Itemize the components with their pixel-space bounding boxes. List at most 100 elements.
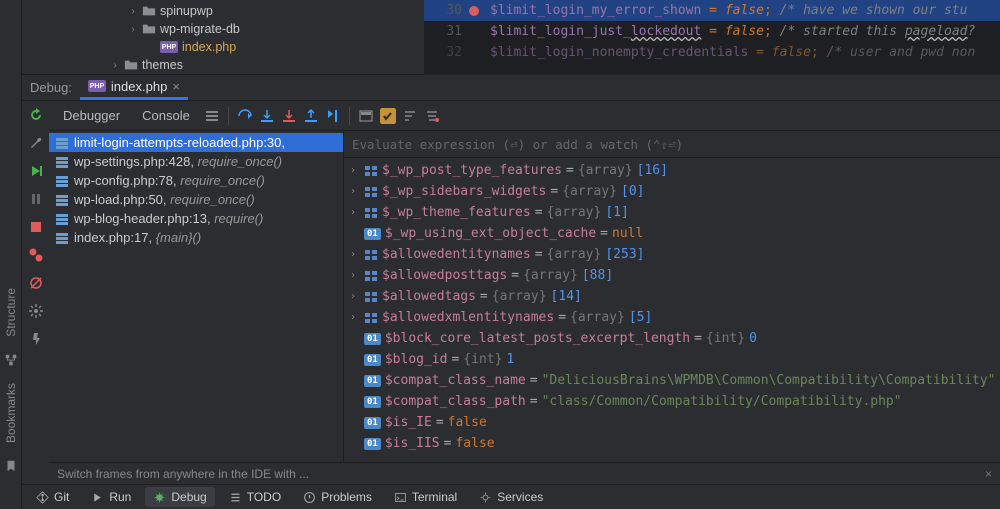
bottom-tool-bar: Git Run Debug TODO Problems Terminal Services bbox=[22, 484, 1000, 509]
run-icon bbox=[91, 491, 104, 504]
stack-frame[interactable]: wp-config.php:78, require_once() bbox=[49, 171, 343, 190]
tree-folder-spinupwp[interactable]: ›spinupwp bbox=[22, 2, 424, 20]
debug-tool-header: Debug: PHP index.php × bbox=[22, 75, 1000, 101]
stack-frame-icon bbox=[55, 231, 69, 245]
bottom-tab-debug[interactable]: Debug bbox=[145, 487, 214, 507]
debug-action-rail bbox=[22, 101, 49, 484]
bottom-tab-terminal[interactable]: Terminal bbox=[386, 487, 465, 507]
scalar-badge: 01 bbox=[364, 228, 381, 240]
mute-breakpoints-icon[interactable] bbox=[28, 275, 44, 291]
variable-row[interactable]: › $_wp_sidebars_widgets = {array} [0] bbox=[344, 181, 1000, 202]
debug-tab-index-php[interactable]: PHP index.php × bbox=[80, 76, 188, 100]
rerun-icon[interactable] bbox=[28, 107, 44, 123]
php-icon: PHP bbox=[88, 80, 106, 92]
variable-row[interactable]: 01 $is_IE = false bbox=[344, 412, 1000, 433]
trace-icon[interactable] bbox=[380, 108, 396, 124]
variable-row[interactable]: › $_wp_theme_features = {array} [1] bbox=[344, 202, 1000, 223]
scalar-badge: 01 bbox=[364, 417, 381, 429]
bottom-tab-todo[interactable]: TODO bbox=[221, 487, 289, 507]
settings-icon[interactable] bbox=[28, 303, 44, 319]
debug-toolbar: Debugger Console bbox=[49, 101, 1000, 131]
debug-icon bbox=[153, 491, 166, 504]
stack-frame[interactable]: wp-load.php:50, require_once() bbox=[49, 190, 343, 209]
variable-row[interactable]: 01 $block_core_latest_posts_excerpt_leng… bbox=[344, 328, 1000, 349]
scalar-badge: 01 bbox=[364, 333, 381, 345]
bottom-tab-run[interactable]: Run bbox=[83, 487, 139, 507]
variable-row[interactable]: 01 $compat_class_path = "class/Common/Co… bbox=[344, 391, 1000, 412]
step-out-icon[interactable] bbox=[303, 108, 319, 124]
folder-icon bbox=[142, 22, 156, 36]
variable-row[interactable]: 01 $blog_id = {int} 1 bbox=[344, 349, 1000, 370]
console-subtab[interactable]: Console bbox=[134, 104, 198, 127]
array-badge bbox=[364, 311, 378, 325]
array-badge bbox=[364, 164, 378, 178]
close-tip-icon[interactable]: × bbox=[985, 467, 992, 481]
debugger-subtab[interactable]: Debugger bbox=[55, 104, 128, 127]
stack-frame-icon bbox=[55, 155, 69, 169]
variables-panel[interactable]: › $_wp_post_type_features = {array} [16]… bbox=[344, 158, 1000, 462]
tree-folder-themes[interactable]: ›themes bbox=[22, 56, 424, 74]
bookmark-icon bbox=[4, 459, 18, 473]
variable-row[interactable]: › $allowedtags = {array} [14] bbox=[344, 286, 1000, 307]
variable-row[interactable]: 01 $is_IIS = false bbox=[344, 433, 1000, 454]
variable-row[interactable]: › $allowedxmlentitynames = {array} [5] bbox=[344, 307, 1000, 328]
run-to-cursor-icon[interactable] bbox=[325, 108, 341, 124]
stack-frame[interactable]: index.php:17, {main}() bbox=[49, 228, 343, 247]
step-into-icon[interactable] bbox=[259, 108, 275, 124]
array-badge bbox=[364, 185, 378, 199]
editor[interactable]: 30 $limit_login_my_error_shown = false; … bbox=[424, 0, 1000, 74]
stack-frame-icon bbox=[55, 136, 69, 150]
pin-icon[interactable] bbox=[28, 331, 44, 347]
bookmarks-tool-button[interactable]: Bookmarks bbox=[4, 383, 18, 443]
bottom-tab-services[interactable]: Services bbox=[471, 487, 551, 507]
evaluate-expression-field[interactable]: Evaluate expression (⏎) or add a watch (… bbox=[344, 131, 1000, 158]
services-icon bbox=[479, 491, 492, 504]
force-step-into-icon[interactable] bbox=[281, 108, 297, 124]
code-line-31[interactable]: 31 $limit_login_just_lockedout = false; … bbox=[424, 21, 1000, 42]
filter-icon[interactable] bbox=[424, 108, 440, 124]
breakpoint-icon[interactable] bbox=[468, 5, 480, 17]
evaluate-icon[interactable] bbox=[358, 108, 374, 124]
scalar-badge: 01 bbox=[364, 375, 381, 387]
variable-row[interactable]: › $allowedentitynames = {array} [253] bbox=[344, 244, 1000, 265]
stack-frame[interactable]: limit-login-attempts-reloaded.php:30, bbox=[49, 133, 343, 152]
tree-folder-wp-migrate-db[interactable]: ›wp-migrate-db bbox=[22, 20, 424, 38]
sort-icon[interactable] bbox=[402, 108, 418, 124]
problems-icon bbox=[303, 491, 316, 504]
tree-file-index-php[interactable]: PHPindex.php bbox=[22, 38, 424, 56]
array-badge bbox=[364, 206, 378, 220]
debug-label: Debug: bbox=[30, 80, 72, 95]
variable-row[interactable]: 01 $compat_class_name = "DeliciousBrains… bbox=[344, 370, 1000, 391]
stack-frame-icon bbox=[55, 193, 69, 207]
stack-frame[interactable]: wp-settings.php:428, require_once() bbox=[49, 152, 343, 171]
resume-icon[interactable] bbox=[28, 163, 44, 179]
threads-icon[interactable] bbox=[204, 108, 220, 124]
wrench-icon[interactable] bbox=[28, 135, 44, 151]
scalar-badge: 01 bbox=[364, 354, 381, 366]
pause-icon[interactable] bbox=[28, 191, 44, 207]
structure-tool-button[interactable]: Structure bbox=[4, 288, 18, 337]
todo-icon bbox=[229, 491, 242, 504]
close-icon[interactable]: × bbox=[172, 79, 180, 94]
bottom-tab-problems[interactable]: Problems bbox=[295, 487, 380, 507]
bottom-tab-git[interactable]: Git bbox=[28, 487, 77, 507]
code-line-32[interactable]: 32 $limit_login_nonempty_credentials = f… bbox=[424, 42, 1000, 63]
stack-frame[interactable]: wp-blog-header.php:13, require() bbox=[49, 209, 343, 228]
code-line-30[interactable]: 30 $limit_login_my_error_shown = false; … bbox=[424, 0, 1000, 21]
stack-frame-icon bbox=[55, 174, 69, 188]
array-badge bbox=[364, 269, 378, 283]
variable-row[interactable]: 01 $_wp_using_ext_object_cache = null bbox=[344, 223, 1000, 244]
folder-icon bbox=[142, 4, 156, 18]
variable-row[interactable]: › $allowedposttags = {array} [88] bbox=[344, 265, 1000, 286]
structure-icon bbox=[4, 353, 18, 367]
variable-row[interactable]: › $_wp_post_type_features = {array} [16] bbox=[344, 160, 1000, 181]
php-icon: PHP bbox=[160, 41, 178, 53]
scalar-badge: 01 bbox=[364, 438, 381, 450]
scalar-badge: 01 bbox=[364, 396, 381, 408]
step-over-icon[interactable] bbox=[237, 108, 253, 124]
stop-icon[interactable] bbox=[28, 219, 44, 235]
frames-panel[interactable]: limit-login-attempts-reloaded.php:30,wp-… bbox=[49, 131, 344, 462]
project-tree[interactable]: ›spinupwp ›wp-migrate-db PHPindex.php ›t… bbox=[22, 0, 424, 74]
view-breakpoints-icon[interactable] bbox=[28, 247, 44, 263]
left-tool-rail: Structure Bookmarks bbox=[0, 0, 22, 509]
